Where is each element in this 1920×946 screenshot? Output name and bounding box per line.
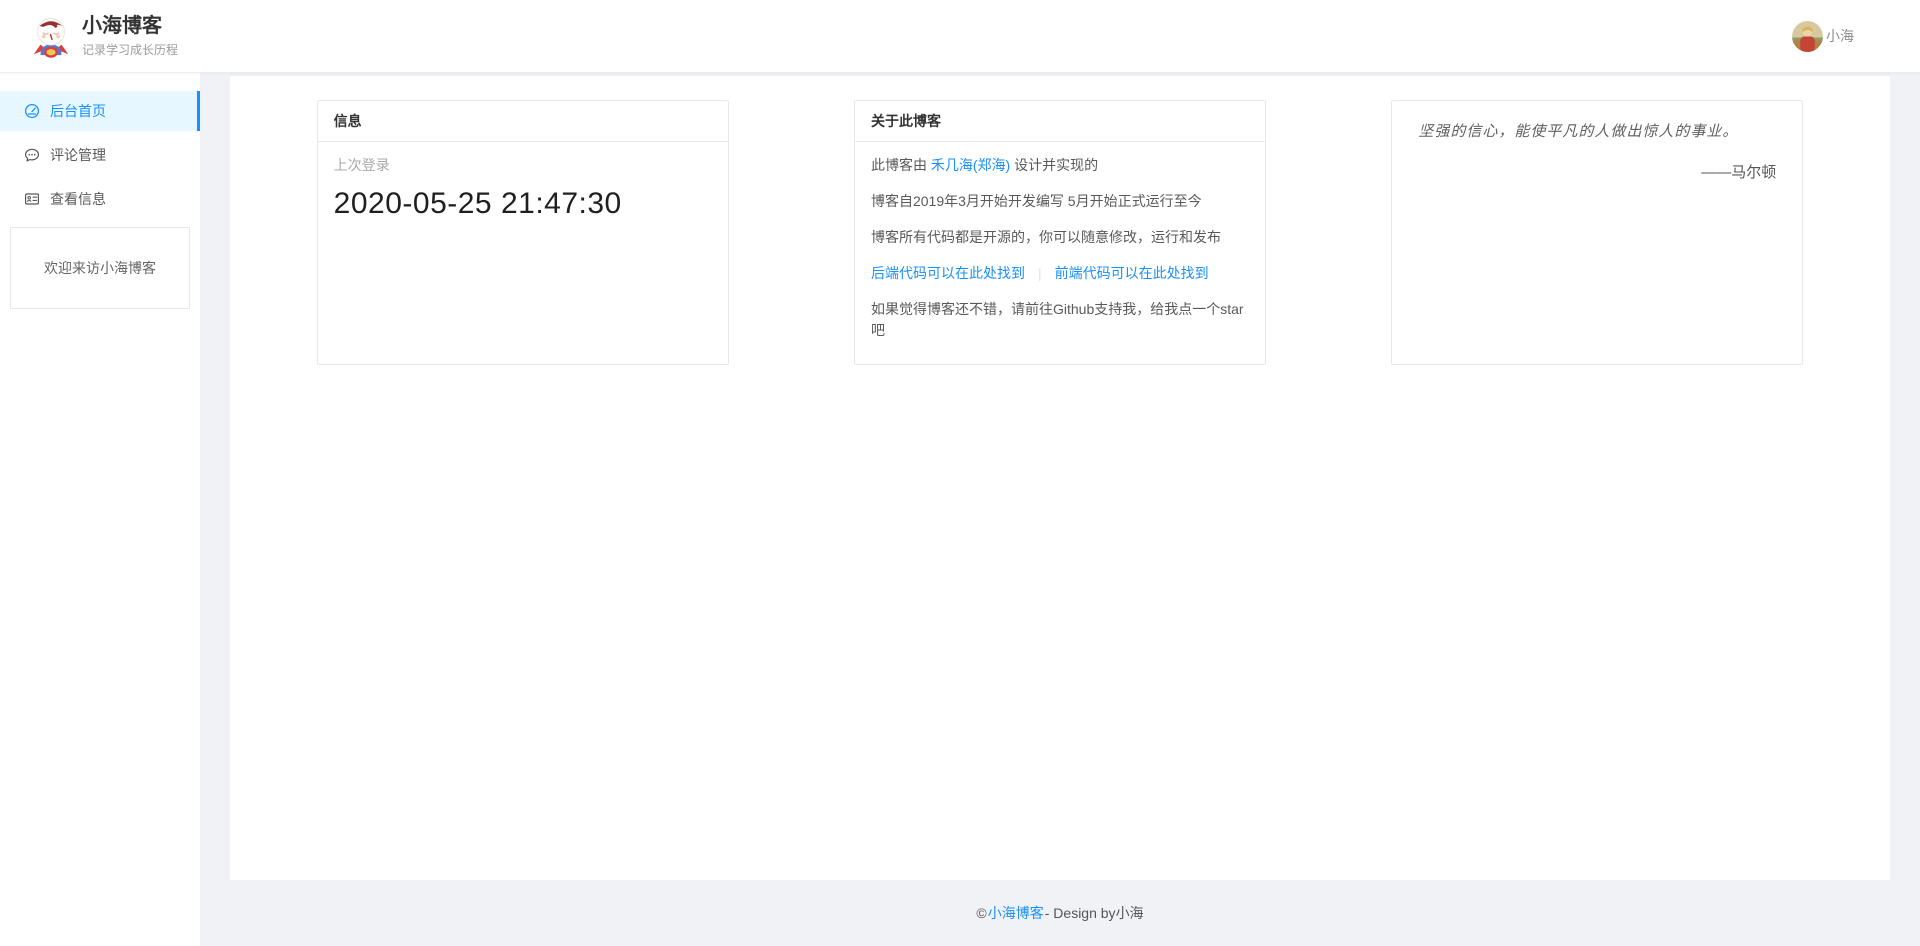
links-divider: | xyxy=(1038,265,1042,281)
frontend-code-link[interactable]: 前端代码可以在此处找到 xyxy=(1055,265,1209,281)
about-line1-suffix: 设计并实现的 xyxy=(1010,157,1098,173)
site-subtitle: 记录学习成长历程 xyxy=(82,41,178,58)
quote-author: ——马尔顿 xyxy=(1418,161,1776,182)
about-line-author: 此博客由 禾几海(郑海) 设计并实现的 xyxy=(871,155,1249,176)
info-card-title: 信息 xyxy=(318,101,728,142)
page-footer: © 小海博客 - Design by 小海 xyxy=(200,880,1920,946)
quote-card: 坚强的信心，能使平凡的人做出惊人的事业。 ——马尔顿 xyxy=(1391,100,1803,365)
idcard-icon xyxy=(24,191,40,207)
brand-text: 小海博客 记录学习成长历程 xyxy=(82,14,178,58)
app-root: 小海博客 记录学习成长历程 小海 xyxy=(0,0,1920,946)
brand[interactable]: 小海博客 记录学习成长历程 xyxy=(30,14,178,58)
content-column: 信息 上次登录 2020-05-25 21:47:30 关于此博客 此博客由 禾… xyxy=(200,73,1920,946)
info-card: 信息 上次登录 2020-05-25 21:47:30 xyxy=(317,100,729,365)
comment-icon xyxy=(24,147,40,163)
footer-designer: 小海 xyxy=(1116,903,1144,923)
footer-copyright: © xyxy=(976,905,986,921)
site-title: 小海博客 xyxy=(82,14,178,39)
sidebar-item-label: 评论管理 xyxy=(50,145,106,165)
welcome-box: 欢迎来访小海博客 xyxy=(10,227,190,309)
about-line-history: 博客自2019年3月开始开发编写 5月开始正式运行至今 xyxy=(871,191,1249,212)
about-card: 关于此博客 此博客由 禾几海(郑海) 设计并实现的 博客自2019年3月开始开发… xyxy=(854,100,1266,365)
about-line1-prefix: 此博客由 xyxy=(871,157,931,173)
about-card-body: 此博客由 禾几海(郑海) 设计并实现的 博客自2019年3月开始开发编写 5月开… xyxy=(855,142,1265,354)
footer-site-link[interactable]: 小海博客 xyxy=(988,903,1044,923)
layout: 后台首页 评论管理 查看信息 xyxy=(0,73,1920,946)
author-link[interactable]: 禾几海(郑海) xyxy=(931,157,1010,173)
site-logo-icon xyxy=(30,14,72,58)
dashboard-icon xyxy=(24,103,40,119)
sidebar-item-dashboard[interactable]: 后台首页 xyxy=(0,91,200,131)
sidebar-item-view-info[interactable]: 查看信息 xyxy=(0,179,200,219)
user-avatar-photo-icon xyxy=(1792,21,1823,52)
sidebar-item-label: 查看信息 xyxy=(50,189,106,209)
last-login-time: 2020-05-25 21:47:30 xyxy=(334,187,712,221)
welcome-text: 欢迎来访小海博客 xyxy=(44,258,156,278)
info-card-body: 上次登录 2020-05-25 21:47:30 xyxy=(318,142,728,234)
about-line-opensource: 博客所有代码都是开源的，你可以随意修改，运行和发布 xyxy=(871,227,1249,248)
sidebar-item-label: 后台首页 xyxy=(50,101,106,121)
main-panel: 信息 上次登录 2020-05-25 21:47:30 关于此博客 此博客由 禾… xyxy=(230,76,1890,880)
user-name: 小海 xyxy=(1826,26,1854,46)
about-card-title: 关于此博客 xyxy=(855,101,1265,142)
backend-code-link[interactable]: 后端代码可以在此处找到 xyxy=(871,265,1025,281)
quote-card-body: 坚强的信心，能使平凡的人做出惊人的事业。 ——马尔顿 xyxy=(1392,101,1802,202)
about-line-code-links: 后端代码可以在此处找到 | 前端代码可以在此处找到 xyxy=(871,263,1249,284)
app-header: 小海博客 记录学习成长历程 小海 xyxy=(0,0,1920,73)
sidebar: 后台首页 评论管理 查看信息 xyxy=(0,73,200,946)
last-login-label: 上次登录 xyxy=(334,155,712,175)
footer-middle-text: - Design by xyxy=(1045,905,1116,921)
quote-text: 坚强的信心，能使平凡的人做出惊人的事业。 xyxy=(1418,121,1776,143)
user-avatar[interactable] xyxy=(1792,21,1823,52)
sidebar-item-comments[interactable]: 评论管理 xyxy=(0,135,200,175)
cards-row: 信息 上次登录 2020-05-25 21:47:30 关于此博客 此博客由 禾… xyxy=(254,100,1866,365)
about-line-star: 如果觉得博客还不错，请前往Github支持我，给我点一个star吧 xyxy=(871,299,1249,341)
user-menu[interactable]: 小海 xyxy=(1792,21,1854,52)
